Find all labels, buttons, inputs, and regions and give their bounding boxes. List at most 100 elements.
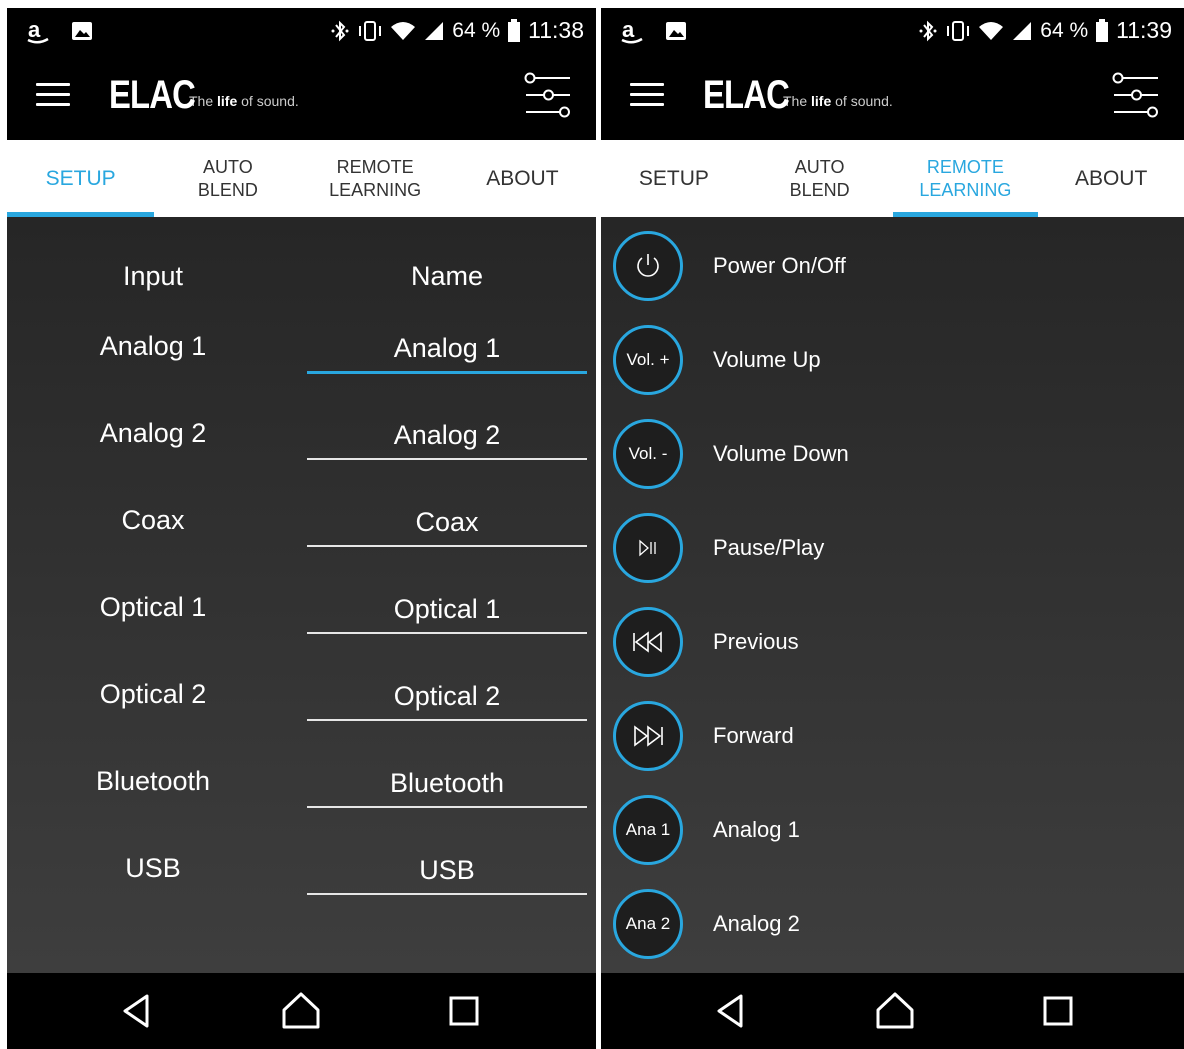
remote-item-forward[interactable]: Forward (613, 701, 1173, 771)
wifi-icon (978, 20, 1004, 42)
forward-icon (634, 725, 663, 747)
play-pause-icon (639, 539, 656, 557)
app-bar: ELAC The life of sound. (601, 53, 1184, 140)
input-label: USB (125, 853, 181, 883)
pause-play-button[interactable] (613, 513, 683, 583)
vibrate-icon (357, 20, 383, 42)
input-label: Coax (121, 505, 185, 535)
home-icon[interactable] (279, 989, 323, 1033)
bluetooth-icon (918, 19, 938, 43)
remote-item-power[interactable]: Power On/Off (613, 231, 1173, 301)
previous-button[interactable] (613, 607, 683, 677)
app-bar: ELAC The life of sound. (7, 53, 596, 140)
name-field-analog-1[interactable]: Analog 1 (307, 329, 587, 374)
image-notification-icon (71, 21, 93, 41)
remote-item-label: Volume Up (713, 347, 821, 372)
name-field-analog-2[interactable]: Analog 2 (307, 416, 587, 460)
tab-setup[interactable]: SETUP (7, 140, 155, 217)
menu-icon[interactable] (630, 83, 664, 111)
recents-icon[interactable] (1036, 989, 1080, 1033)
home-icon[interactable] (873, 989, 917, 1033)
elac-logo: ELAC The life of sound. (109, 75, 299, 115)
clock: 11:38 (528, 17, 584, 43)
battery-percent: 64 % (1040, 18, 1089, 42)
battery-icon (1095, 18, 1109, 43)
tab-about[interactable]: ABOUT (1038, 140, 1184, 217)
logo-mark: ELAC (703, 73, 790, 117)
elac-logo: ELAC The life of sound. (703, 75, 893, 115)
forward-button[interactable] (613, 701, 683, 771)
analog-2-button[interactable]: Ana 2 (613, 889, 683, 959)
bluetooth-icon (330, 19, 350, 43)
amazon-icon: a (619, 18, 645, 44)
remote-item-label: Forward (713, 723, 794, 748)
back-icon[interactable] (115, 989, 159, 1033)
tab-about[interactable]: ABOUT (449, 140, 596, 217)
remote-item-label: Analog 1 (713, 817, 800, 842)
tab-setup[interactable]: SETUP (601, 140, 747, 217)
name-field-bluetooth[interactable]: Bluetooth (307, 764, 587, 808)
battery-icon (507, 18, 521, 43)
system-nav-bar (601, 973, 1184, 1049)
remote-item-volume-down[interactable]: Vol. - Volume Down (613, 419, 1173, 489)
remote-learning-panel: Power On/Off Vol. + Volume Up Vol. - Vol… (601, 217, 1184, 973)
name-field-coax[interactable]: Coax (307, 503, 587, 547)
logo-tagline: The life of sound. (189, 93, 299, 109)
signal-icon (423, 20, 445, 42)
tab-bar: SETUP AUTO BLEND REMOTE LEARNING ABOUT (7, 140, 596, 217)
svg-text:a: a (28, 18, 41, 42)
remote-item-previous[interactable]: Previous (613, 607, 1173, 677)
wifi-icon (390, 20, 416, 42)
menu-icon[interactable] (36, 83, 70, 111)
power-icon (637, 254, 659, 277)
input-column-header: Input (122, 261, 184, 291)
system-nav-bar (7, 973, 596, 1049)
svg-text:a: a (622, 18, 635, 42)
input-label: Bluetooth (95, 766, 211, 796)
input-label: Optical 2 (99, 679, 207, 709)
input-label: Analog 2 (99, 418, 207, 448)
power-button[interactable] (613, 231, 683, 301)
logo-tagline: The life of sound. (783, 93, 893, 109)
name-field-usb[interactable]: USB (307, 851, 587, 895)
remote-item-label: Analog 2 (713, 911, 800, 936)
logo-mark: ELAC (109, 73, 196, 117)
remote-item-pause-play[interactable]: Pause/Play (613, 513, 1173, 583)
remote-item-analog-1[interactable]: Ana 1 Analog 1 (613, 795, 1173, 865)
name-field-optical-2[interactable]: Optical 2 (307, 677, 587, 721)
volume-down-button[interactable]: Vol. - (613, 419, 683, 489)
signal-icon (1011, 20, 1033, 42)
tab-auto-blend[interactable]: AUTO BLEND (154, 140, 301, 217)
remote-item-label: Volume Down (713, 441, 849, 466)
image-notification-icon (665, 21, 687, 41)
name-field-optical-1[interactable]: Optical 1 (307, 590, 587, 634)
remote-item-volume-up[interactable]: Vol. + Volume Up (613, 325, 1173, 395)
setup-panel: Input Name Analog 1 Analog 1 Analog 2 An… (7, 217, 596, 973)
equalizer-settings-icon[interactable] (522, 70, 574, 120)
recents-icon[interactable] (442, 989, 486, 1033)
vibrate-icon (945, 20, 971, 42)
tab-remote-learning[interactable]: REMOTE LEARNING (302, 140, 449, 217)
status-bar: a 64 % 11:38 (7, 8, 596, 53)
status-bar: a 64 % 11:39 (601, 8, 1184, 53)
phone-screen-setup: a 64 % 11:38 ELAC The life of sound. SET… (7, 8, 596, 1049)
input-label: Optical 1 (99, 592, 207, 622)
amazon-icon: a (25, 18, 51, 44)
remote-item-analog-2[interactable]: Ana 2 Analog 2 (613, 889, 1173, 959)
clock: 11:39 (1116, 17, 1172, 43)
input-label: Analog 1 (99, 331, 207, 361)
remote-item-label: Previous (713, 629, 799, 654)
analog-1-button[interactable]: Ana 1 (613, 795, 683, 865)
phone-screen-remote-learning: a 64 % 11:39 ELAC The life of sound. SET… (601, 8, 1184, 1049)
back-icon[interactable] (709, 989, 753, 1033)
tab-remote-learning[interactable]: REMOTE LEARNING (892, 140, 1039, 217)
tab-bar: SETUP AUTO BLEND REMOTE LEARNING ABOUT (601, 140, 1184, 217)
remote-item-label: Pause/Play (713, 535, 825, 560)
name-column-header: Name (410, 261, 484, 291)
previous-icon (633, 631, 662, 653)
equalizer-settings-icon[interactable] (1110, 70, 1162, 120)
tab-auto-blend[interactable]: AUTO BLEND (747, 140, 893, 217)
remote-item-label: Power On/Off (713, 253, 846, 278)
battery-percent: 64 % (452, 18, 501, 42)
volume-up-button[interactable]: Vol. + (613, 325, 683, 395)
